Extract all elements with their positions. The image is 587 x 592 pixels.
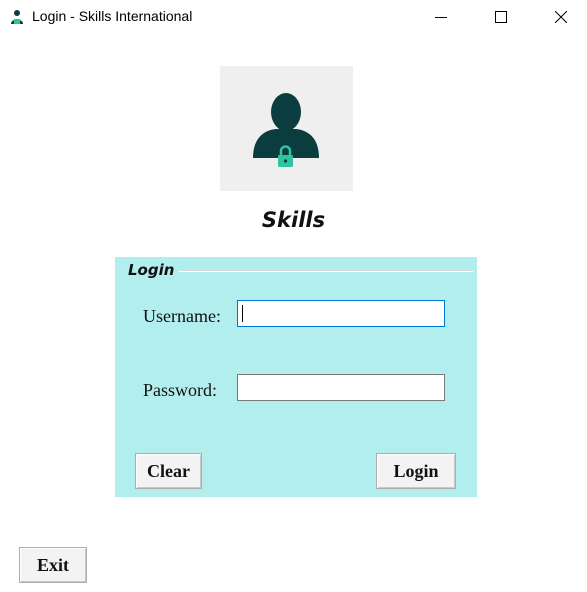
brand-title: Skills <box>261 208 326 232</box>
text-caret <box>242 305 243 322</box>
password-label: Password: <box>143 380 218 400</box>
window-title: Login - Skills International <box>32 8 193 24</box>
group-divider <box>179 270 473 272</box>
avatar-picture <box>220 66 353 191</box>
maximize-icon <box>495 11 507 23</box>
minimize-button[interactable] <box>418 0 464 34</box>
clear-button[interactable]: Clear <box>135 453 202 489</box>
maximize-button[interactable] <box>478 0 524 34</box>
minimize-icon <box>435 17 447 18</box>
password-input[interactable] <box>237 374 445 401</box>
username-label: Username: <box>143 306 221 326</box>
user-lock-icon <box>253 93 319 167</box>
title-bar: Login - Skills International <box>0 0 587 34</box>
username-input[interactable] <box>237 300 445 327</box>
exit-button[interactable]: Exit <box>19 547 87 583</box>
login-button[interactable]: Login <box>376 453 456 489</box>
app-user-icon <box>11 10 23 24</box>
close-button[interactable] <box>538 0 584 34</box>
login-group: Login Username: Password: Clear Login <box>115 257 477 497</box>
group-legend: Login <box>128 261 179 279</box>
close-icon <box>555 11 567 23</box>
